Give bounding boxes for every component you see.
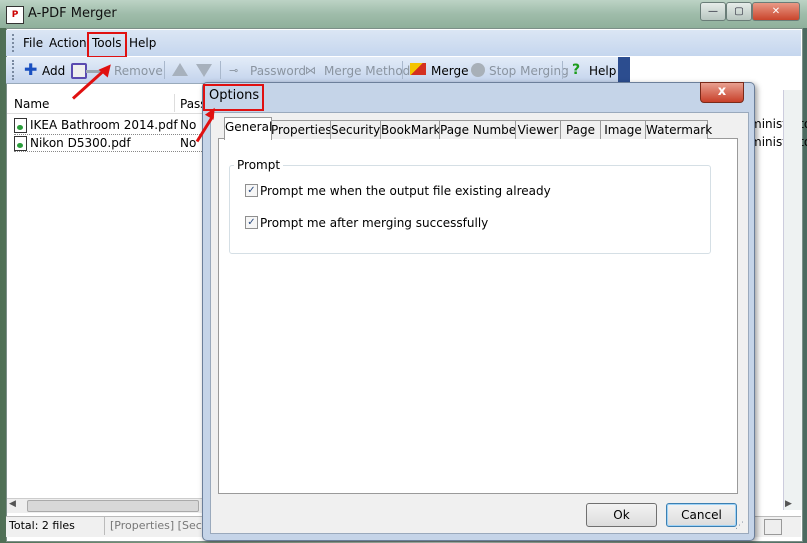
file-name: IKEA Bathroom 2014.pdf [30,118,178,132]
tools-highlight-box [87,32,127,58]
help-button[interactable]: Help [589,64,616,78]
key-icon: ⊸ [229,64,239,77]
table-row[interactable]: Nikon D5300.pdf No [14,134,204,152]
password-button[interactable]: Password [250,64,306,78]
prompt-group [229,165,711,254]
status-tabs: [Properties] [Secur [110,519,214,532]
tab-viewer[interactable]: Viewer [515,120,561,139]
ok-button[interactable]: Ok [586,503,657,527]
prompt-existing-checkbox[interactable]: ✓ [245,184,258,197]
menu-action[interactable]: Action [49,36,87,50]
title-bar[interactable] [0,0,807,28]
toolbar-separator [402,61,403,79]
column-header-name[interactable]: Name [14,97,49,111]
toolbar-separator [562,61,563,79]
toolbar-overflow[interactable] [618,57,630,83]
cancel-button[interactable]: Cancel [666,503,737,527]
menu-help[interactable]: Help [129,36,156,50]
scroll-right-icon[interactable]: ▶ [785,499,792,509]
tab-page-number[interactable]: Page Number [439,120,521,139]
help-icon: ? [572,62,581,78]
add-icon: ✚ [24,60,38,79]
status-total: Total: 2 files [9,519,75,532]
status-divider [104,517,105,535]
move-down-icon[interactable] [196,64,212,77]
prompt-success-checkbox[interactable]: ✓ [245,216,258,229]
tab-watermark[interactable]: Watermark [645,120,712,139]
window-title: A-PDF Merger [28,6,117,21]
move-up-icon[interactable] [172,63,188,76]
minimize-icon[interactable]: — [700,2,726,21]
column-divider[interactable] [174,94,175,112]
merge-button[interactable]: Merge [431,64,468,78]
merge-method-icon: ⋈ [305,64,316,77]
scroll-left-icon[interactable]: ◀ [9,499,16,509]
close-icon[interactable]: ✕ [752,2,800,21]
add-button[interactable]: Add [42,64,65,78]
file-list[interactable] [7,90,205,510]
pdf-file-icon [14,136,27,151]
maximize-icon[interactable]: ▢ [726,2,752,21]
status-panel-icon [764,519,782,535]
file-name: Nikon D5300.pdf [30,136,131,150]
stop-merging-button[interactable]: Stop Merging [489,64,569,78]
toolbar-grip [12,60,17,80]
tab-security[interactable]: Security [330,120,381,139]
pdf-file-icon [14,118,27,133]
resize-grip-icon[interactable]: ⋰ [735,521,744,531]
prompt-success-label[interactable]: Prompt me after merging successfully [260,216,488,230]
merge-icon [410,63,426,75]
tab-page[interactable]: Page [560,120,601,139]
dialog-close-icon[interactable]: x [700,82,744,103]
table-row[interactable]: IKEA Bathroom 2014.pdf No [14,117,204,133]
tab-bookmark[interactable]: BookMark [380,120,440,139]
remove-icon [71,63,87,79]
tab-image[interactable]: Image [600,120,646,139]
prompt-group-title: Prompt [234,158,284,172]
menu-file[interactable]: File [23,36,43,50]
prompt-existing-label[interactable]: Prompt me when the output file existing … [260,184,551,198]
file-password: No [180,136,197,150]
file-password: No [180,118,197,132]
toolbar-separator [220,61,221,79]
stop-icon [471,63,485,77]
scrollbar-thumb[interactable] [27,500,199,512]
tab-properties[interactable]: Properties [270,120,332,139]
merge-method-button[interactable]: Merge Method [324,64,410,78]
toolbar-separator [164,61,165,79]
vertical-scrollbar[interactable] [783,90,802,510]
remove-button[interactable]: Remove [114,64,163,78]
tab-general[interactable]: General [224,117,272,140]
menu-grip [12,34,17,52]
app-pdf-icon: P [6,6,24,24]
